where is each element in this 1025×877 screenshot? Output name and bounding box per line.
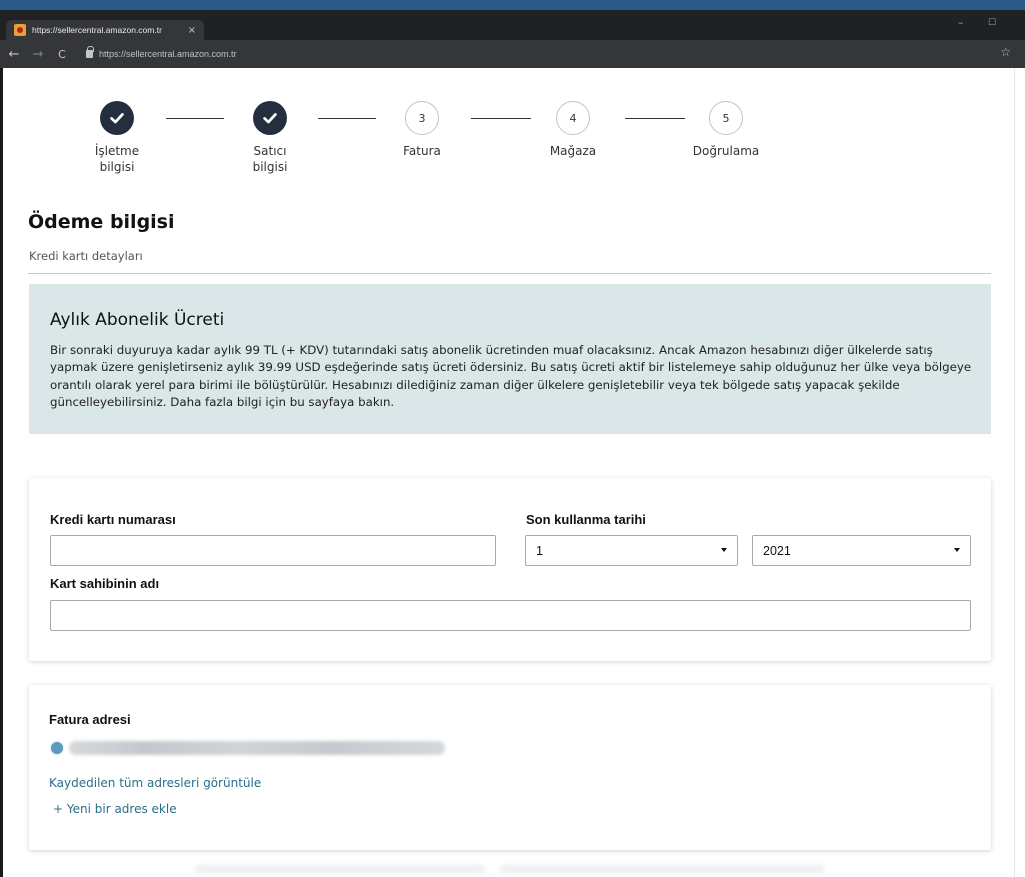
back-arrow-icon[interactable]: ← [4, 47, 24, 62]
browser-title-bar: https://sellercentral.amazon.com.tr × – … [0, 0, 1025, 40]
credit-card-form: Kredi kartı numarası Son kullanma tarihi… [29, 478, 991, 661]
info-title: Aylık Abonelik Ücreti [50, 310, 225, 330]
amazon-favicon-icon [14, 24, 26, 36]
page-title: Ödeme bilgisi [28, 211, 175, 233]
checkmark-icon [100, 101, 134, 135]
tab-close-icon[interactable]: × [188, 25, 196, 36]
address-bar[interactable]: https://sellercentral.amazon.com.tr [82, 45, 992, 63]
billing-address-label: Fatura adresi [49, 712, 131, 727]
minimize-icon[interactable]: – [958, 16, 964, 29]
expiry-label: Son kullanma tarihi [526, 512, 646, 527]
checkmark-icon [253, 101, 287, 135]
bookmark-star-icon[interactable]: ☆ [1000, 45, 1011, 59]
chevron-down-icon [954, 548, 960, 552]
add-new-address-link[interactable]: + Yeni bir adres ekle [53, 802, 177, 816]
step-label: İşletme bilgisi [94, 144, 140, 174]
step-verification: 5 Doğrulama [686, 101, 766, 159]
step-connector [625, 118, 685, 119]
cardholder-name-input[interactable] [50, 600, 971, 631]
step-number: 3 [405, 101, 439, 135]
forward-arrow-icon[interactable]: → [28, 47, 48, 62]
expiry-year-select[interactable]: 2021 [752, 535, 971, 566]
expiry-month-select[interactable]: 1 [525, 535, 738, 566]
card-number-label: Kredi kartı numarası [50, 512, 176, 527]
view-saved-addresses-link[interactable]: Kaydedilen tüm adresleri görüntüle [49, 776, 261, 790]
reload-icon[interactable]: C [52, 48, 72, 61]
billing-address-card: Fatura adresi Kaydedilen tüm adresleri g… [29, 685, 991, 850]
step-label: Fatura [403, 144, 441, 158]
step-invoice: 3 Fatura [387, 101, 457, 159]
page-subtitle: Kredi kartı detayları [29, 249, 143, 263]
step-label: Satıcı bilgisi [252, 144, 288, 174]
step-connector [471, 118, 531, 119]
divider [28, 273, 991, 274]
lock-icon [86, 46, 94, 58]
tab-title: https://sellercentral.amazon.com.tr [32, 25, 162, 35]
step-store: 4 Mağaza [538, 101, 608, 159]
step-seller-info: Satıcı bilgisi [240, 101, 300, 175]
step-label: Mağaza [549, 144, 597, 158]
expiry-month-value: 1 [536, 543, 543, 558]
address-radio-button[interactable] [51, 742, 63, 754]
cut-off-element [195, 865, 485, 873]
step-number: 4 [556, 101, 590, 135]
step-number: 5 [709, 101, 743, 135]
desktop-strip [0, 0, 1025, 10]
cut-off-element [500, 865, 825, 873]
card-number-input[interactable] [50, 535, 496, 566]
chevron-down-icon [721, 548, 727, 552]
window-left-edge [0, 68, 3, 877]
address-bar-url: https://sellercentral.amazon.com.tr [99, 49, 237, 59]
cardholder-name-label: Kart sahibinin adı [50, 576, 160, 591]
step-business-info: İşletme bilgisi [87, 101, 147, 175]
scrollbar-track[interactable] [1014, 68, 1025, 877]
expiry-year-value: 2021 [763, 543, 791, 558]
browser-tab[interactable]: https://sellercentral.amazon.com.tr × [6, 20, 204, 40]
step-connector [166, 118, 224, 119]
step-label: Doğrulama [692, 144, 760, 158]
subscription-info-box: Aylık Abonelik Ücreti Bir sonraki duyuru… [29, 284, 991, 434]
redacted-address [69, 741, 445, 755]
browser-toolbar: ← → C https://sellercentral.amazon.com.t… [0, 40, 1025, 68]
step-connector [318, 118, 376, 119]
maximize-icon[interactable]: ☐ [988, 18, 996, 28]
info-text: Bir sonraki duyuruya kadar aylık 99 TL (… [50, 343, 972, 410]
